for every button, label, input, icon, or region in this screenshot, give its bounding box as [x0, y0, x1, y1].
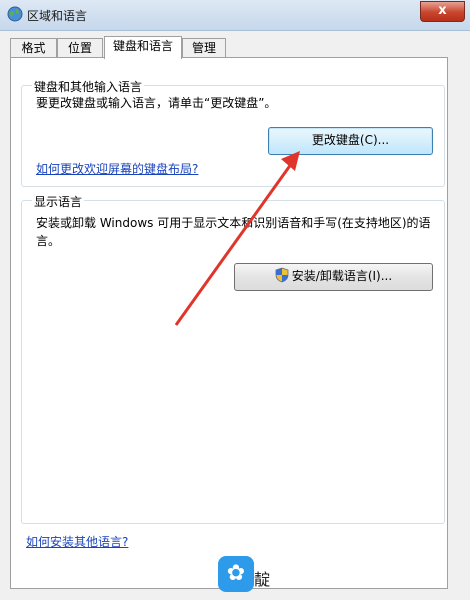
tab-label: 键盘和语言	[112, 39, 173, 53]
watermark: ✿ 靛	[218, 556, 278, 600]
keyboard-description: 要更改键盘或输入语言，请单击“更改键盘”。	[36, 96, 277, 110]
globe-icon	[7, 6, 23, 22]
bird-logo-icon: ✿	[218, 556, 254, 592]
tab-formats[interactable]: 格式	[10, 38, 57, 58]
tab-label: 管理	[191, 41, 216, 55]
group-title: 显示语言	[32, 193, 85, 210]
watermark-text: 靛	[254, 570, 271, 589]
welcome-screen-keyboard-link[interactable]: 如何更改欢迎屏幕的键盘布局?	[36, 160, 198, 177]
display-language-group: 显示语言	[21, 193, 445, 524]
button-label: 更改键盘(C)...	[311, 133, 390, 147]
tab-keyboards-and-languages[interactable]: 键盘和语言	[104, 36, 182, 59]
tab-administrative[interactable]: 管理	[182, 38, 226, 58]
button-label: 安装/卸载语言(I)...	[291, 269, 393, 283]
window-title: 区域和语言	[27, 9, 88, 23]
change-keyboards-button[interactable]: 更改键盘(C)...	[268, 127, 433, 155]
tab-label: 位置	[67, 41, 92, 55]
display-description-line2: 言。	[36, 234, 61, 248]
install-other-languages-link[interactable]: 如何安装其他语言?	[26, 533, 128, 550]
install-uninstall-languages-button[interactable]: 安装/卸载语言(I)...	[234, 263, 433, 291]
group-title: 键盘和其他输入语言	[32, 78, 145, 95]
close-icon: x	[438, 3, 447, 18]
close-button[interactable]: x	[420, 1, 465, 22]
title-bar[interactable]: 区域和语言 x	[0, 0, 470, 31]
uac-shield-icon	[275, 267, 289, 283]
tab-label: 格式	[21, 41, 46, 55]
tab-location[interactable]: 位置	[57, 38, 103, 58]
display-description-line1: 安装或卸载 Windows 可用于显示文本和识别语音和手写(在支持地区)的语	[36, 216, 431, 230]
